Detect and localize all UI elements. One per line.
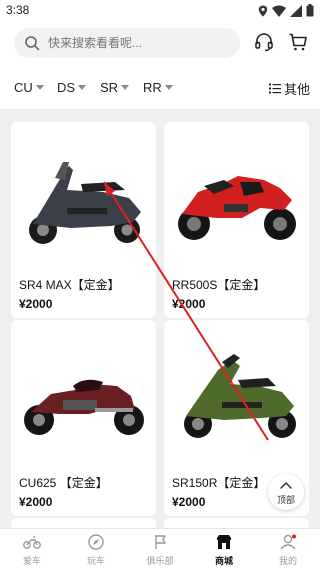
filter-label: CU: [14, 80, 33, 95]
tab-label: 爱车: [22, 556, 41, 566]
product-price: ¥2000: [172, 297, 206, 311]
adventure-scooter-body: [186, 360, 294, 420]
tab-club[interactable]: 俱乐部: [128, 529, 192, 568]
cruiser-image: [24, 379, 144, 435]
filter-cu[interactable]: CU: [14, 80, 44, 95]
more-filter-label: 其他: [283, 82, 310, 97]
filter-ds[interactable]: DS: [57, 80, 87, 95]
tab-play-car[interactable]: 玩车: [64, 529, 128, 568]
filter-label: RR: [143, 80, 162, 95]
tab-profile[interactable]: 我的: [256, 529, 320, 568]
chevron-down-icon: [78, 85, 87, 90]
filter-bar: CU DS SR RR 其他: [0, 66, 320, 110]
product-card[interactable]: SR4 MAX【定金】 ¥2000: [11, 122, 156, 318]
list-icon: [268, 83, 281, 94]
product-title: SR4 MAX【定金】: [19, 278, 120, 292]
notification-dot: [292, 534, 296, 539]
tab-label: 我的: [278, 556, 297, 566]
product-title: SR150R【定金】: [172, 476, 266, 490]
chevron-down-icon: [121, 85, 130, 90]
tab-label: 玩车: [86, 556, 105, 566]
motorbike-icon: [23, 536, 41, 549]
battery-icon: [306, 4, 314, 17]
wifi-icon: [272, 5, 286, 17]
tab-label: 俱乐部: [146, 556, 174, 566]
status-time: 3:38: [6, 3, 30, 17]
search-icon: [25, 36, 40, 51]
more-filter-button[interactable]: 其他: [268, 79, 310, 98]
scooter-image: [29, 162, 141, 244]
status-icons: [258, 4, 314, 17]
product-card[interactable]: [164, 518, 309, 528]
back-to-top-label: 顶部: [276, 495, 295, 505]
chevron-down-icon: [164, 85, 173, 90]
top-bar: [0, 22, 320, 66]
back-to-top-button[interactable]: 顶部: [268, 474, 304, 510]
adventure-scooter-image: [184, 354, 296, 438]
filter-rr[interactable]: RR: [143, 80, 173, 95]
product-price: ¥2000: [19, 297, 53, 311]
tab-shop[interactable]: 商城: [192, 529, 256, 568]
sportbike-image: [178, 176, 296, 240]
location-icon: [258, 5, 268, 16]
bottom-tab-bar: 爱车 玩车 俱乐部 商城 我的: [0, 528, 320, 568]
product-price: ¥2000: [19, 495, 53, 509]
cart-icon[interactable]: [288, 32, 308, 52]
filter-label: SR: [100, 80, 119, 95]
tab-my-car[interactable]: 爱车: [0, 529, 64, 568]
profile-icon: [280, 534, 296, 550]
search-box[interactable]: [14, 28, 240, 58]
flag-icon: [155, 535, 166, 549]
status-bar: 3:38: [0, 0, 320, 22]
filter-sr[interactable]: SR: [100, 80, 130, 95]
product-card[interactable]: CU625 【定金】 ¥2000: [11, 320, 156, 516]
tab-label: 商城: [214, 556, 233, 566]
chevron-up-icon: [280, 482, 292, 489]
filter-label: DS: [57, 80, 76, 95]
shop-icon: [217, 535, 231, 549]
product-title: CU625 【定金】: [19, 476, 108, 490]
scooter-body: [33, 166, 141, 228]
compass-icon: [88, 534, 104, 550]
product-card[interactable]: RR500S【定金】 ¥2000: [164, 122, 309, 318]
chevron-down-icon: [35, 85, 44, 90]
product-grid: SR4 MAX【定金】 ¥2000 RR500S【定金】 ¥2000 CU625…: [0, 110, 320, 528]
signal-icon: [290, 4, 302, 17]
product-card[interactable]: [11, 518, 156, 528]
search-input[interactable]: [48, 28, 228, 58]
product-price: ¥2000: [172, 495, 206, 509]
product-title: RR500S【定金】: [172, 278, 266, 292]
customer-service-icon[interactable]: [254, 32, 274, 52]
